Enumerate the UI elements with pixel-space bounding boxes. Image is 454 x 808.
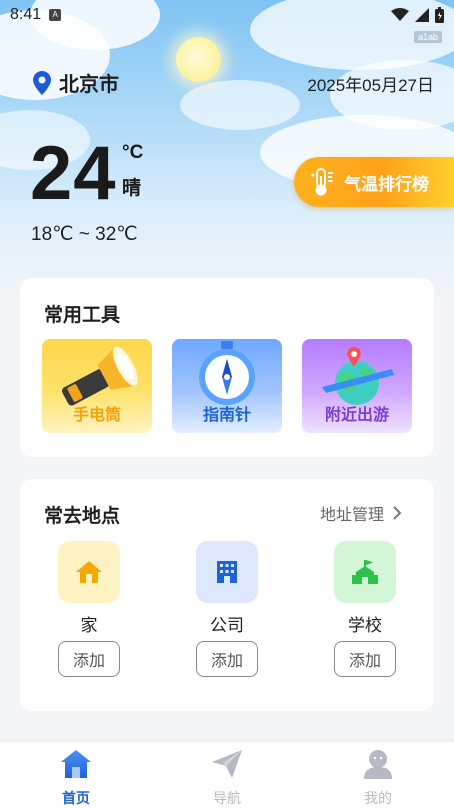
tab-navigation[interactable]: 导航 [192,748,262,808]
weather-condition: 晴 [122,177,142,199]
current-date: 2025年05月27日 [307,76,434,95]
status-bar: 8:41 A [0,0,454,30]
temperature-ranking-button[interactable]: 气温排行榜 [294,157,454,207]
cloud [180,80,300,130]
bottom-tab-bar: 首页 导航 我的 [0,741,454,808]
home-icon [76,561,102,583]
chevron-right-icon [393,506,402,520]
home-tab-icon [61,750,91,778]
flashlight-label: 手电筒 [72,405,121,424]
compass-icon [199,341,255,405]
navigation-tab-icon [212,750,242,778]
compass-label: 指南针 [202,405,251,424]
place-school-icon-box [334,541,396,603]
watermark-label: a1ab [413,31,442,43]
address-management-link[interactable]: 地址管理 [320,501,402,525]
tab-mine[interactable]: 我的 [343,748,413,808]
place-home-icon-box [58,541,120,603]
place-company-name: 公司 [210,616,244,636]
tab-home-label: 首页 [62,791,90,807]
compass-tool[interactable]: 指南针 [172,339,282,433]
thermometer-icon [311,168,333,196]
temperature-unit: °C [122,142,144,163]
flashlight-tool[interactable]: 手电筒 [42,339,152,433]
place-school[interactable]: 学校 [334,541,396,636]
address-management-label: 地址管理 [319,505,384,524]
add-school-button[interactable]: 添加 [334,641,396,677]
temperature-ranking-label: 气温排行榜 [344,174,429,195]
tab-mine-label: 我的 [364,791,392,807]
signal-icon [415,8,429,22]
common-tools-title: 常用工具 [44,304,121,326]
globe-travel-icon [322,347,394,405]
tab-navigation-label: 导航 [213,791,241,807]
school-icon [352,560,378,584]
frequent-places-title: 常去地点 [44,505,121,527]
battery-icon [435,7,444,23]
place-home[interactable]: 家 [58,541,120,636]
common-tools-card: 常用工具 手电筒 指南针 附近出游 [20,278,434,457]
tab-home[interactable]: 首页 [41,748,111,808]
city-name: 北京市 [59,72,119,96]
nearby-travel-label: 附近出游 [324,405,389,424]
notification-icon: A [49,9,62,21]
temperature-range: 18℃ ~ 32℃ [31,224,138,245]
status-time: 8:41 [10,6,42,23]
current-temperature: 24 [30,131,117,216]
location-pin-icon [33,70,51,95]
frequent-places-card: 常去地点 地址管理 家 添加 公司 添加 学校 添加 [20,479,434,711]
flashlight-icon [61,346,138,406]
place-home-name: 家 [80,616,98,636]
user-tab-icon [364,750,392,779]
place-school-name: 学校 [348,616,382,636]
add-home-button[interactable]: 添加 [58,641,120,677]
place-company[interactable]: 公司 [196,541,258,636]
location-selector[interactable]: 北京市 [33,68,119,97]
nearby-travel-tool[interactable]: 附近出游 [302,339,412,433]
sun-icon [176,37,221,82]
wifi-icon [391,8,409,21]
add-company-button[interactable]: 添加 [196,641,258,677]
place-company-icon-box [196,541,258,603]
building-icon [217,561,237,583]
